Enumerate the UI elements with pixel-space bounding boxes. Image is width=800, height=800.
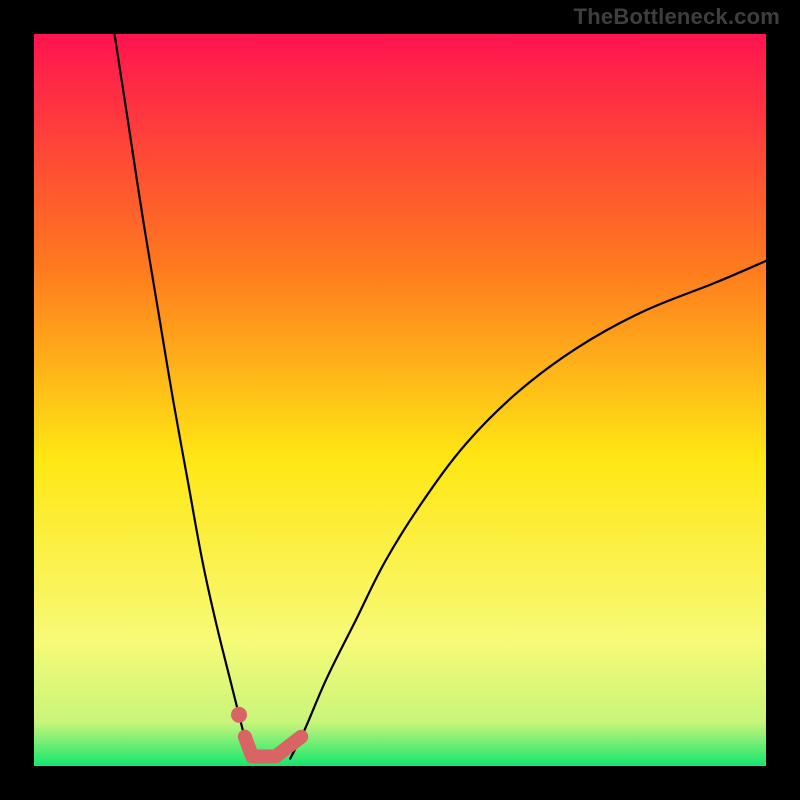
chart-frame: TheBottleneck.com <box>0 0 800 800</box>
highlight-dot <box>231 707 247 723</box>
bottleneck-chart <box>0 0 800 800</box>
watermark-text: TheBottleneck.com <box>574 4 780 30</box>
plot-background <box>34 34 766 766</box>
